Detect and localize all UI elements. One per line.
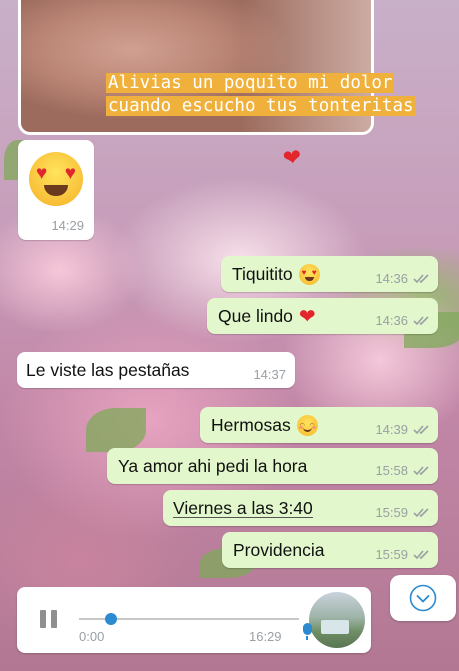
double-check-icon (413, 315, 432, 326)
red-heart-emoji: ❤ (298, 305, 316, 328)
background-leaf (86, 408, 146, 452)
chevron-down-icon (409, 584, 437, 612)
message-text: Providencia (233, 539, 325, 560)
story-caption: Alivias un poquito mi dolor cuando escuc… (106, 73, 416, 116)
message-text: Ya amor ahi pedi la hora (118, 455, 308, 476)
message-time: 14:39 (375, 422, 408, 437)
heart-eyes-emoji: ♥ ♥ (298, 263, 320, 285)
message-bubble-outgoing[interactable]: Providencia 15:59 (222, 532, 438, 568)
audio-duration: 16:29 (249, 629, 282, 644)
message-time: 14:36 (375, 313, 408, 328)
double-check-icon (413, 549, 432, 560)
double-check-icon (413, 465, 432, 476)
message-time: 15:59 (375, 505, 408, 520)
message-time: 15:59 (375, 547, 408, 562)
message-time: 14:37 (253, 367, 286, 382)
message-bubble-outgoing[interactable]: Viernes a las 3:40 15:59 (163, 490, 438, 526)
pause-button[interactable] (40, 610, 58, 628)
scroll-to-bottom-button[interactable] (390, 575, 456, 621)
audio-seek-handle[interactable] (105, 613, 117, 625)
message-bubble-outgoing[interactable]: Que lindo ❤ 14:36 (207, 298, 438, 334)
double-check-icon (413, 424, 432, 435)
message-text: Le viste las pestañas (26, 359, 190, 380)
message-bubble-incoming[interactable]: Le viste las pestañas 14:37 (17, 352, 295, 388)
message-bubble-outgoing[interactable]: Hermosas ◠◠ 14:39 (200, 407, 438, 443)
message-time: 14:29 (51, 218, 84, 233)
message-time: 15:58 (375, 463, 408, 478)
smiling-face-emoji: ◠◠ (296, 414, 318, 436)
audio-current-time: 0:00 (79, 629, 105, 644)
message-bubble-incoming[interactable]: ♥ ♥ 14:29 (18, 140, 94, 240)
heart-sticker: ❤ (281, 143, 304, 172)
voice-message: 0:00 16:29 (17, 587, 371, 653)
double-check-icon (413, 273, 432, 284)
sender-avatar[interactable] (309, 592, 365, 648)
microphone-icon (303, 623, 312, 640)
message-bubble-outgoing[interactable]: Ya amor ahi pedi la hora 15:58 (107, 448, 438, 484)
message-time: 14:36 (375, 271, 408, 286)
heart-eyes-emoji: ♥ ♥ (29, 152, 83, 206)
message-text: Que lindo (218, 305, 293, 326)
message-text-link[interactable]: Viernes a las 3:40 (173, 499, 313, 518)
message-text: Tiquitito (232, 263, 293, 284)
message-bubble-outgoing[interactable]: Tiquitito ♥ ♥ 14:36 (221, 256, 438, 292)
message-text: Hermosas (211, 414, 291, 435)
double-check-icon (413, 507, 432, 518)
